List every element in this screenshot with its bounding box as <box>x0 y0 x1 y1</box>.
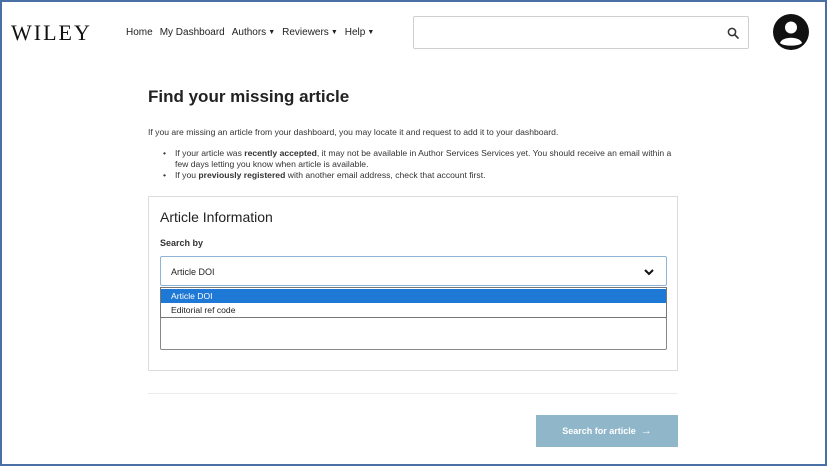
search-button-label: Search for article <box>562 426 636 436</box>
nav-reviewers-label: Reviewers <box>282 27 329 38</box>
top-nav: Home My Dashboard Authors ▼ Reviewers ▼ He… <box>126 27 374 38</box>
nav-my-dashboard-label: My Dashboard <box>159 27 225 38</box>
chevron-down-icon <box>644 269 654 276</box>
wiley-logo[interactable]: WILEY <box>11 20 92 46</box>
card-title: Article Information <box>160 209 273 225</box>
intro-text: If you are missing an article from your … <box>148 127 559 137</box>
search-for-article-button[interactable]: Search for article → <box>536 415 678 447</box>
tip-1-before: If your article was <box>175 148 245 158</box>
nav-reviewers[interactable]: Reviewers ▼ <box>282 27 338 38</box>
page-title: Find your missing article <box>148 87 350 106</box>
search-by-label: Search by <box>160 238 204 248</box>
article-information-card: Article Information Search by Article DO… <box>148 196 678 371</box>
nav-my-dashboard[interactable]: My Dashboard <box>160 27 225 38</box>
search-by-select[interactable]: Article DOI <box>160 256 667 286</box>
tip-1-bold: recently accepted <box>244 148 317 158</box>
nav-home-label: Home <box>126 27 153 38</box>
tip-2-before: If you <box>175 170 199 180</box>
selected-value: Article DOI <box>171 267 215 277</box>
list-item: If you previously registered with anothe… <box>163 170 673 181</box>
nav-authors-label: Authors <box>231 27 267 38</box>
nav-authors[interactable]: Authors ▼ <box>232 27 275 38</box>
search-by-options: Article DOI Editorial ref code <box>160 287 667 318</box>
list-item: If your article was recently accepted, i… <box>163 148 673 170</box>
divider <box>148 393 678 394</box>
search-input[interactable] <box>420 23 720 43</box>
nav-home[interactable]: Home <box>126 27 153 38</box>
caret-down-icon: ▼ <box>367 29 375 36</box>
search-value-field[interactable] <box>160 317 667 350</box>
user-avatar-icon[interactable] <box>773 14 809 50</box>
tip-2-bold: previously registered <box>198 170 286 180</box>
nav-help[interactable]: Help ▼ <box>345 27 375 38</box>
nav-help-label: Help <box>344 27 366 38</box>
tips-list: If your article was recently accepted, i… <box>163 148 673 181</box>
option-editorial-ref-code[interactable]: Editorial ref code <box>161 303 666 317</box>
option-article-doi[interactable]: Article DOI <box>161 289 666 303</box>
search-icon[interactable] <box>727 27 739 39</box>
caret-down-icon: ▼ <box>330 29 338 36</box>
tip-2-after: with another email address, check that a… <box>285 170 486 180</box>
caret-down-icon: ▼ <box>268 29 276 36</box>
site-search <box>413 16 749 49</box>
arrow-right-icon: → <box>640 425 652 437</box>
